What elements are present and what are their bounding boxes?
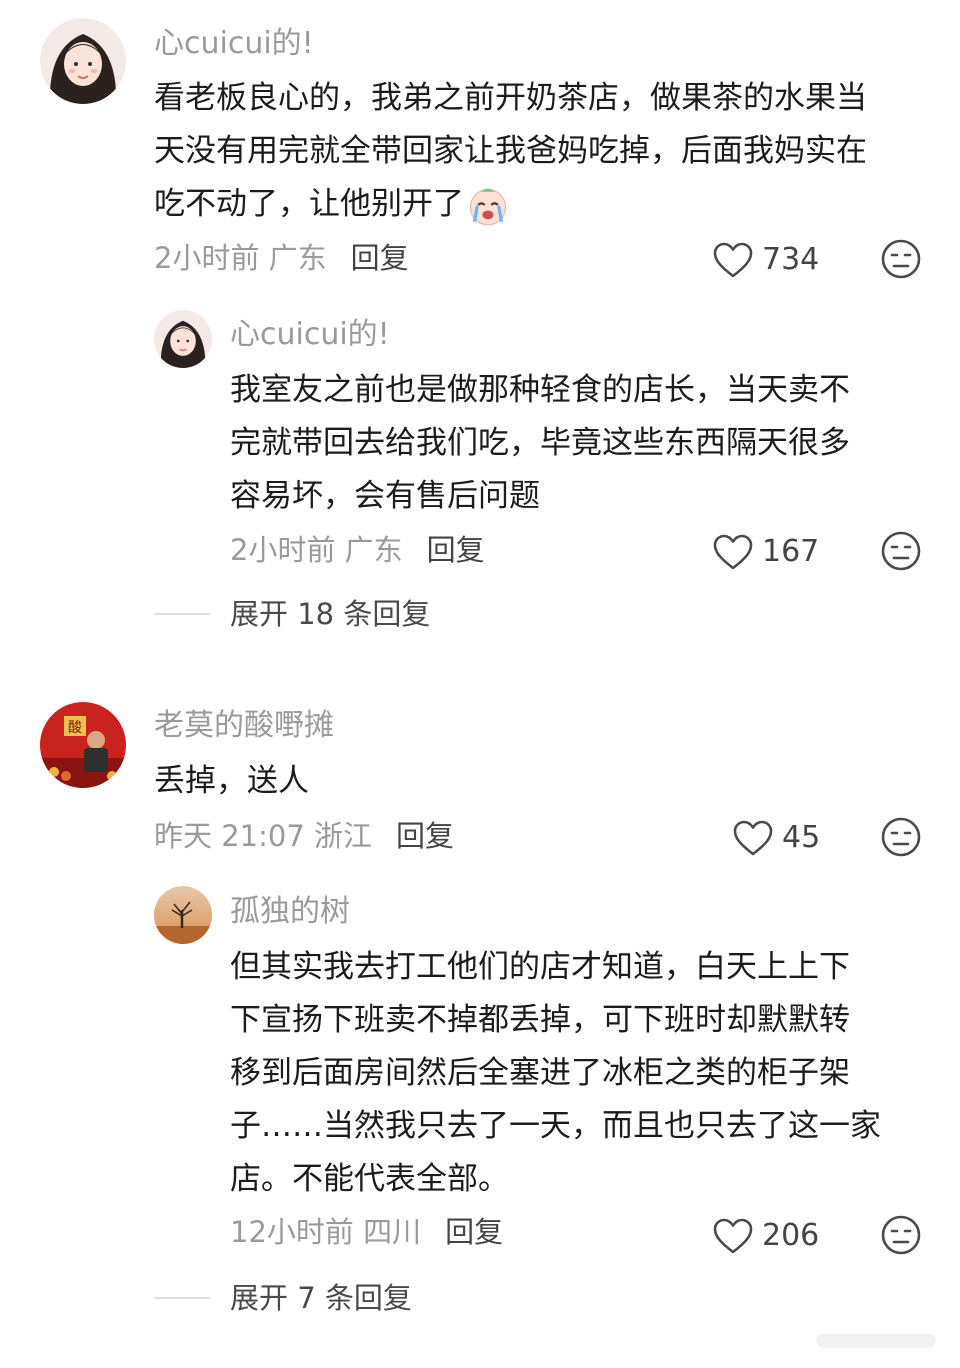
reply-content: 但其实我去打工他们的店才知道，白天上上下 下宣扬下班卖不掉都丢掉，可下班时却默默… [230, 941, 881, 1206]
reply-content-line: 但其实我去打工他们的店才知道，白天上上下 [230, 949, 850, 985]
avatar-lonely-tree[interactable] [154, 886, 212, 944]
like-count: 206 [762, 1218, 820, 1253]
comment-content-line: 天没有用完就全带回家让我爸妈吃掉，后面我妈实在 [154, 133, 867, 169]
dislike-button[interactable] [880, 1214, 922, 1256]
time-location: 昨天 21:07 浙江 [154, 819, 373, 853]
expand-replies-label: 展开 7 条回复 [230, 1281, 412, 1315]
reply-username[interactable]: 心cuicui的! [230, 315, 390, 355]
crying-face-emoji-icon [469, 188, 507, 225]
meh-face-icon [881, 239, 921, 279]
meh-face-icon [881, 817, 921, 857]
reply-content-line: 我室友之前也是做那种轻食的店长，当天卖不 [230, 372, 850, 408]
expand-replies-label: 展开 18 条回复 [230, 597, 431, 631]
comment-content: 丢掉，送人 [154, 755, 309, 808]
dislike-button[interactable] [880, 530, 922, 572]
time-location: 2小时前 广东 [230, 533, 403, 567]
reply-meta: 12小时前 四川 回复 [230, 1212, 503, 1252]
reply-content: 我室友之前也是做那种轻食的店长，当天卖不 完就带回去给我们吃，毕竟这些东西隔天很… [230, 364, 850, 523]
comment-username[interactable]: 心cuicui的! [154, 24, 314, 64]
comment-meta: 昨天 21:07 浙江 回复 [154, 816, 454, 856]
expand-replies-button[interactable]: 展开 7 条回复 [154, 1278, 412, 1318]
reply-button[interactable]: 回复 [445, 1215, 503, 1249]
time-location: 12小时前 四川 [230, 1215, 422, 1249]
dislike-button[interactable] [880, 238, 922, 280]
heart-outline-icon [713, 1218, 753, 1254]
reply-content-line: 完就带回去给我们吃，毕竟这些东西隔天很多 [230, 425, 850, 461]
avatar-lonely-tree-image [154, 886, 212, 944]
avatar-laomo-image: 酸 [40, 702, 126, 788]
comment-content: 看老板良心的，我弟之前开奶茶店，做果茶的水果当 天没有用完就全带回家让我爸妈吃掉… [154, 72, 867, 231]
reply-content-line: 店。不能代表全部。 [230, 1161, 509, 1197]
avatar-cuicui-reply-image [154, 310, 212, 368]
like-button[interactable]: 734 [712, 238, 819, 282]
like-button[interactable]: 45 [732, 816, 820, 860]
dislike-button[interactable] [880, 816, 922, 858]
reply-meta: 2小时前 广东 回复 [230, 530, 485, 570]
reply-button[interactable]: 回复 [427, 533, 485, 567]
reply-content-line: 下宣扬下班卖不掉都丢掉，可下班时却默默转 [230, 1002, 850, 1038]
comment-username[interactable]: 老莫的酸嘢摊 [154, 706, 334, 746]
expand-divider [154, 1297, 210, 1299]
reply-button[interactable]: 回复 [396, 819, 454, 853]
reply-content-line: 容易坏，会有售后问题 [230, 478, 540, 514]
like-button[interactable]: 167 [712, 530, 819, 574]
reply-content-line: 子……当然我只去了一天，而且也只去了这一家 [230, 1108, 881, 1144]
time-location: 2小时前 广东 [154, 241, 327, 275]
expand-divider [154, 613, 210, 615]
heart-outline-icon [733, 820, 773, 856]
expand-replies-button[interactable]: 展开 18 条回复 [154, 594, 430, 634]
reply-content-line: 移到后面房间然后全塞进了冰柜之类的柜子架 [230, 1055, 850, 1091]
like-count: 167 [762, 534, 820, 569]
watermark-graphic [816, 1330, 936, 1352]
comment-content-line: 吃不动了，让他别开了 [154, 178, 867, 231]
heart-outline-icon [713, 242, 753, 278]
like-button[interactable]: 206 [712, 1214, 819, 1258]
like-count: 734 [762, 242, 820, 277]
avatar-laomo[interactable]: 酸 [40, 702, 126, 788]
like-count: 45 [782, 820, 821, 855]
meh-face-icon [881, 1215, 921, 1255]
reply-username[interactable]: 孤独的树 [230, 892, 350, 932]
watermark-icon [816, 1334, 936, 1348]
comment-content-line: 丢掉，送人 [154, 763, 309, 799]
comment-meta: 2小时前 广东 回复 [154, 238, 409, 278]
meh-face-icon [881, 531, 921, 571]
comment-content-line: 看老板良心的，我弟之前开奶茶店，做果茶的水果当 [154, 80, 867, 116]
avatar-cuicui-image [40, 18, 126, 104]
heart-outline-icon [713, 534, 753, 570]
avatar-cuicui-reply[interactable] [154, 310, 212, 368]
svg-text:酸: 酸 [68, 720, 82, 736]
reply-button[interactable]: 回复 [351, 241, 409, 275]
avatar-cuicui[interactable] [40, 18, 126, 104]
